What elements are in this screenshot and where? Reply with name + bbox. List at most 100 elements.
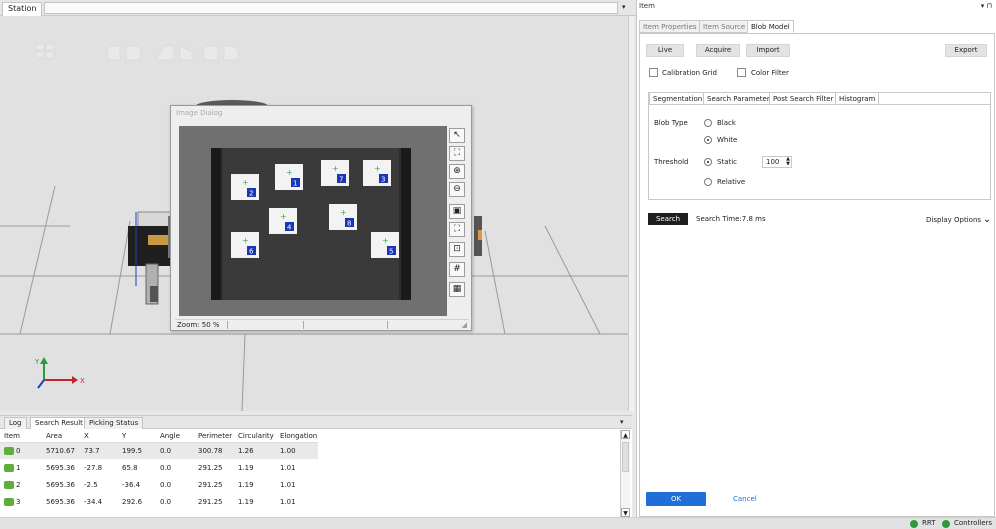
ok-button[interactable]: OK [646,492,706,506]
column-header[interactable]: X [80,430,118,443]
blob-center-marker-icon: + [374,164,381,173]
image-dialog-title: Image Dialog [176,109,223,117]
resize-grip-icon[interactable]: ◢ [462,320,467,330]
fullscreen-icon[interactable]: ⛶ [449,222,465,237]
table-cell: 291.25 [194,476,234,493]
column-header[interactable]: Item [0,430,42,443]
table-cell: -34.4 [80,493,118,510]
import-button[interactable]: Import [746,44,790,57]
blob-card: +2 [231,174,259,200]
blob-center-marker-icon: + [286,168,293,177]
threshold-label: Threshold [654,158,689,166]
table-cell: 5695.36 [42,459,80,476]
viewport-scrollbar[interactable] [628,16,634,411]
cell-value: -27.8 [84,463,103,472]
cancel-button[interactable]: Cancel [733,492,773,506]
scroll-down-icon[interactable]: ▼ [621,508,630,517]
threshold-static-label: Static [717,158,738,166]
status-separator [387,321,388,329]
station-menu-dropdown-icon[interactable]: ▾ [622,3,626,11]
tab-item-properties[interactable]: Item Properties [639,20,701,33]
select-arrow-icon[interactable]: ↖ [449,128,465,143]
station-tab[interactable]: Station [2,2,43,16]
table-row[interactable]: 0 5710.67 73.7 199.5 0.0 300.78 1.26 1.00 [0,442,318,459]
blob-type-black-label: Black [717,119,736,127]
cell-value: 291.25 [198,463,223,472]
cell-value: 300.78 [198,446,223,455]
column-header[interactable]: Y [118,430,156,443]
scroll-up-icon[interactable]: ▲ [621,430,630,439]
cell-value: 5695.36 [46,463,75,472]
blob-center-marker-icon: + [242,236,249,245]
blob-label: 3 [381,176,385,184]
table-cell: -27.8 [80,459,118,476]
controllers-status-led-icon [942,520,950,528]
table-cell: 5710.67 [42,442,80,459]
cell-value: 199.5 [122,446,143,455]
tab-picking-status[interactable]: Picking Status [84,417,144,429]
blob-center-marker-icon: + [382,236,389,245]
table-cell: 0.0 [156,459,194,476]
3d-viewport[interactable]: Y X Image Dialog +2 +1 +7 +3 +4 +8 +6 +5 ↖ ⛶ ⊕ ⊖ ▣ ⛶… [0,16,632,411]
item-panel-menu-icon[interactable]: ▾ ⊓ [981,2,992,10]
image-tool-strip: ↖ ⛶ ⊕ ⊖ ▣ ⛶ ⊡ # ▦ [449,126,466,316]
threshold-value-stepper[interactable]: 100 ▲ ▼ [762,156,792,168]
table-cell: 3 [0,493,42,510]
crosshair-box-icon[interactable]: ⊡ [449,242,465,257]
blob-label: 5 [389,248,393,256]
blob-label: 8 [347,220,351,228]
tab-item-source[interactable]: Item Source [699,20,750,33]
tab-log[interactable]: Log [4,417,27,429]
fine-grid-icon[interactable]: ▦ [449,282,465,297]
tab-search-result[interactable]: Search Result [30,417,88,429]
threshold-static-radio[interactable] [704,158,712,166]
table-row[interactable]: 2 5695.36 -2.5 -36.4 0.0 291.25 1.19 1.01 [0,476,318,493]
search-button[interactable]: Search [648,213,688,225]
blob-center-marker-icon: + [332,164,339,173]
calibration-grid-checkbox[interactable] [649,68,658,77]
cell-value: 2 [16,480,21,489]
station-tab-strip [44,2,618,14]
camera-image: +2+1+7+3+4+8+6+5 [211,148,411,300]
table-cell: 0.0 [156,442,194,459]
table-cell: 5695.36 [42,476,80,493]
zoom-in-icon[interactable]: ⊕ [449,164,465,179]
column-header[interactable]: Perimeter [194,430,234,443]
cell-value: 3 [16,497,21,506]
cell-value: 291.25 [198,497,223,506]
calibration-grid-label: Calibration Grid [662,69,718,77]
color-filter-checkbox[interactable] [737,68,746,77]
table-row[interactable]: 1 5695.36 -27.8 65.8 0.0 291.25 1.19 1.01 [0,459,318,476]
bottom-panel: Log Search Result Picking Status ▾ Item … [0,415,632,518]
export-button[interactable]: Export [945,44,987,57]
column-header[interactable]: Circularity [234,430,276,443]
bottom-panel-menu-icon[interactable]: ▾ [620,418,624,426]
tab-blob-model[interactable]: Blob Model [747,20,794,33]
stepper-arrows-icon[interactable]: ▲ ▼ [786,157,790,167]
column-header[interactable]: Elongation [276,430,318,443]
table-cell: 1.00 [276,442,318,459]
column-header[interactable]: Angle [156,430,194,443]
cell-value: 5710.67 [46,446,75,455]
live-button[interactable]: Live [646,44,684,57]
grid-icon[interactable]: # [449,262,465,277]
image-dialog[interactable]: Image Dialog +2 +1 +7 +3 +4 +8 +6 +5 ↖ ⛶ ⊕ ⊖ ▣ ⛶ ⊡ # ▦ … [170,105,472,331]
threshold-value: 100 [766,158,780,166]
zoom-out-icon[interactable]: ⊖ [449,182,465,197]
display-options-button[interactable]: Display Options ⌄ [926,215,991,225]
blob-type-white-radio[interactable] [704,136,712,144]
thumbs-up-icon [4,446,14,455]
thumbs-up-icon [4,480,14,489]
threshold-relative-radio[interactable] [704,178,712,186]
image-icon[interactable]: ▣ [449,204,465,219]
scrollbar-thumb[interactable] [622,442,629,472]
results-scrollbar[interactable]: ▲ ▼ [620,430,630,518]
blob-type-black-radio[interactable] [704,119,712,127]
table-cell: 291.25 [194,493,234,510]
camera-image-canvas[interactable]: +2 +1 +7 +3 +4 +8 +6 +5 [179,126,447,316]
blob-type-white-label: White [717,136,738,144]
column-header[interactable]: Area [42,430,80,443]
acquire-button[interactable]: Acquire [696,44,740,57]
fit-region-icon[interactable]: ⛶ [449,146,465,161]
table-row[interactable]: 3 5695.36 -34.4 292.6 0.0 291.25 1.19 1.01 [0,493,318,510]
